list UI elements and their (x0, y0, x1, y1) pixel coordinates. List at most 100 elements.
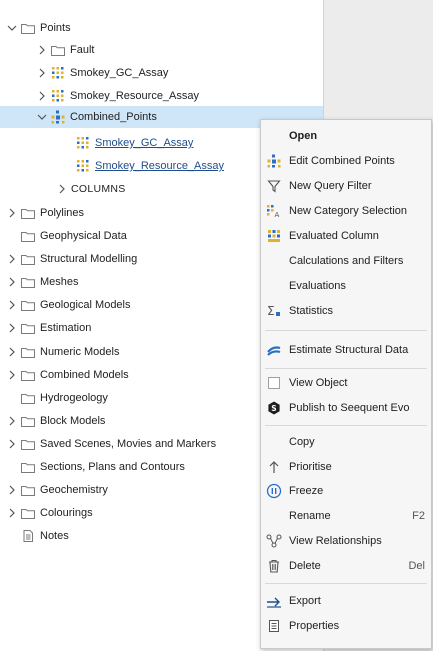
menu-item-label: Publish to Seequent Evo (289, 402, 410, 414)
menu-item-open[interactable]: Open (261, 125, 431, 147)
chevron-right-icon[interactable] (6, 322, 18, 334)
export-arrow-icon (266, 593, 282, 609)
properties-icon (266, 618, 282, 634)
tree-item-numeric-models[interactable]: Numeric Models (6, 341, 119, 363)
chevron-right-icon[interactable] (6, 207, 18, 219)
tree-item-label: Combined Models (40, 369, 129, 381)
tree-item-estimation[interactable]: Estimation (6, 317, 91, 339)
folder-icon (51, 45, 65, 56)
tree-item-smokey-gc-assay[interactable]: Smokey_GC_Assay (36, 62, 168, 84)
chevron-right-icon[interactable] (6, 438, 18, 450)
menu-item-label: Rename (289, 510, 331, 522)
tree-item-geophysical-data[interactable]: Geophysical Data (21, 225, 127, 247)
menu-item-evaluated-column[interactable]: Evaluated Column (261, 225, 431, 247)
chevron-right-icon[interactable] (6, 253, 18, 265)
tree-item-smokey-resource-assay[interactable]: Smokey_Resource_Assay (36, 85, 199, 107)
menu-item-calculations-and-filters[interactable]: Calculations and Filters (261, 250, 431, 272)
menu-item-copy[interactable]: Copy (261, 431, 431, 453)
tree-item-sections[interactable]: Sections, Plans and Contours (21, 456, 185, 478)
folder-icon (21, 462, 35, 473)
tree-item-label: Smokey_GC_Assay (70, 67, 169, 79)
tree-item-link[interactable]: Smokey_GC_Assay (95, 132, 193, 154)
menu-item-label: View Relationships (289, 535, 382, 547)
tree-item-columns[interactable]: COLUMNS (56, 178, 126, 200)
tree-item-points[interactable]: Points (6, 17, 71, 39)
tree-item-notes[interactable]: Notes (21, 525, 69, 547)
folder-icon (21, 508, 35, 519)
chevron-right-icon[interactable] (6, 484, 18, 496)
tree-item-label: Notes (40, 530, 69, 542)
tree-item-colourings[interactable]: Colourings (6, 502, 93, 524)
tree-item-combined-models[interactable]: Combined Models (6, 364, 129, 386)
tree-item-label: Fault (70, 44, 95, 56)
tree-item-block-models[interactable]: Block Models (6, 410, 105, 432)
tree-item-label: Geophysical Data (40, 230, 127, 242)
folder-icon (21, 370, 35, 381)
shortcut-label: Del (408, 560, 425, 572)
checkbox-icon[interactable] (266, 375, 282, 391)
menu-item-edit-combined-points[interactable]: Edit Combined Points (261, 150, 431, 172)
chevron-right-icon[interactable] (6, 369, 18, 381)
tree-item-label: Colourings (40, 507, 93, 519)
chevron-right-icon[interactable] (56, 183, 68, 195)
chevron-right-icon[interactable] (36, 44, 48, 56)
chevron-right-icon[interactable] (6, 507, 18, 519)
chevron-right-icon[interactable] (36, 90, 48, 102)
chevron-right-icon[interactable] (6, 299, 18, 311)
menu-item-publish-to-evo[interactable]: S Publish to Seequent Evo (261, 397, 431, 419)
menu-item-estimate-structural-data[interactable]: Estimate Structural Data (261, 339, 431, 361)
menu-item-new-query-filter[interactable]: New Query Filter (261, 175, 431, 197)
tree-item-label: Saved Scenes, Movies and Markers (40, 438, 217, 450)
category-selection-icon: A (266, 203, 282, 219)
menu-item-view-object[interactable]: View Object (261, 372, 431, 394)
folder-icon (21, 393, 35, 404)
menu-item-freeze[interactable]: Freeze (261, 480, 431, 502)
tree-item-geological-models[interactable]: Geological Models (6, 294, 131, 316)
chevron-right-icon[interactable] (36, 67, 48, 79)
folder-icon (21, 416, 35, 427)
tree-item-link[interactable]: Smokey_Resource_Assay (95, 155, 224, 177)
points-table-icon (76, 136, 90, 150)
menu-item-label: Statistics (289, 305, 334, 317)
menu-item-rename[interactable]: Rename F2 (261, 505, 431, 527)
tree-item-hydrogeology[interactable]: Hydrogeology (21, 387, 108, 409)
tree-item-combined-child-resource[interactable]: Smokey_Resource_Assay (76, 155, 224, 177)
svg-text:S: S (271, 404, 276, 413)
svg-text:A: A (275, 211, 280, 218)
points-table-icon (51, 66, 65, 80)
tree-item-geochemistry[interactable]: Geochemistry (6, 479, 108, 501)
menu-item-view-relationships[interactable]: View Relationships (261, 530, 431, 552)
tree-item-saved-scenes[interactable]: Saved Scenes, Movies and Markers (6, 433, 216, 455)
menu-item-properties[interactable]: Properties (261, 615, 431, 637)
tree-item-fault[interactable]: Fault (36, 39, 94, 61)
folder-icon (21, 254, 35, 265)
sigma-icon: Σ (266, 303, 282, 319)
menu-item-label: Delete (289, 560, 321, 572)
folder-icon (21, 277, 35, 288)
tree-item-label: Structural Modelling (40, 253, 138, 265)
folder-icon (21, 439, 35, 450)
menu-item-delete[interactable]: Delete Del (261, 555, 431, 577)
menu-item-evaluations[interactable]: Evaluations (261, 275, 431, 297)
pause-icon (266, 483, 282, 499)
tree-item-structural-modelling[interactable]: Structural Modelling (6, 248, 137, 270)
menu-item-label: Edit Combined Points (289, 155, 395, 167)
chevron-down-icon[interactable] (6, 22, 18, 34)
menu-item-label: Evaluated Column (289, 230, 379, 242)
tree-item-polylines[interactable]: Polylines (6, 202, 84, 224)
chevron-right-icon[interactable] (6, 276, 18, 288)
tree-item-label: Block Models (40, 415, 106, 427)
chevron-down-icon[interactable] (36, 111, 48, 123)
tree-item-label: Estimation (40, 322, 92, 334)
folder-icon (21, 300, 35, 311)
menu-item-new-category-selection[interactable]: A New Category Selection (261, 200, 431, 222)
tree-item-combined-child-gc[interactable]: Smokey_GC_Assay (76, 132, 193, 154)
menu-item-statistics[interactable]: Σ Statistics (261, 300, 431, 322)
menu-item-prioritise[interactable]: Prioritise (261, 456, 431, 478)
tree-item-meshes[interactable]: Meshes (6, 271, 79, 293)
evaluated-column-icon (266, 228, 282, 244)
menu-item-export[interactable]: Export (261, 590, 431, 612)
chevron-right-icon[interactable] (6, 346, 18, 358)
chevron-right-icon[interactable] (6, 415, 18, 427)
menu-item-label: Copy (289, 436, 315, 448)
